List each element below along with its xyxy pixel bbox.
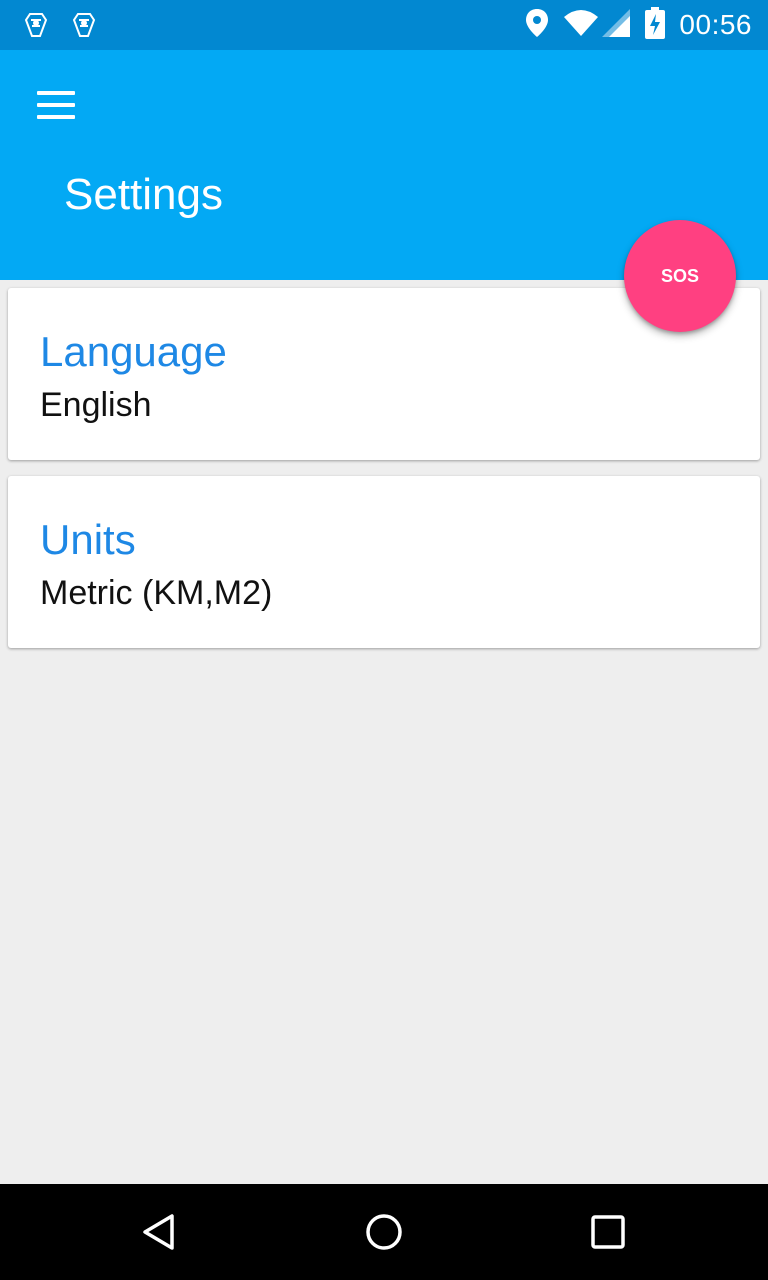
navigation-bar [0, 1184, 768, 1280]
wifi-icon [563, 9, 599, 42]
back-icon[interactable] [130, 1202, 190, 1262]
setting-value: English [40, 386, 152, 424]
home-icon[interactable] [354, 1202, 414, 1262]
app-notification-icon [70, 10, 98, 40]
battery-charging-icon [645, 6, 666, 44]
location-icon [525, 8, 549, 43]
app-notification-icon [22, 10, 50, 40]
setting-value: Metric (KM,M2) [40, 574, 273, 612]
setting-title: Units [40, 516, 136, 563]
status-time: 00:56 [679, 9, 752, 40]
setting-units-card[interactable]: Units Metric (KM,M2) [8, 476, 760, 648]
page-title: Settings [64, 170, 223, 219]
sos-button[interactable]: SOS [624, 220, 736, 332]
setting-title: Language [40, 328, 227, 375]
sos-button-label: SOS [660, 265, 699, 286]
signal-icon [601, 8, 631, 43]
recents-icon[interactable] [578, 1202, 638, 1262]
hamburger-menu-icon[interactable] [28, 80, 84, 130]
settings-screen: 00:56 Settings SOS Language English Unit… [0, 0, 768, 1280]
status-bar: 00:56 [0, 0, 768, 50]
